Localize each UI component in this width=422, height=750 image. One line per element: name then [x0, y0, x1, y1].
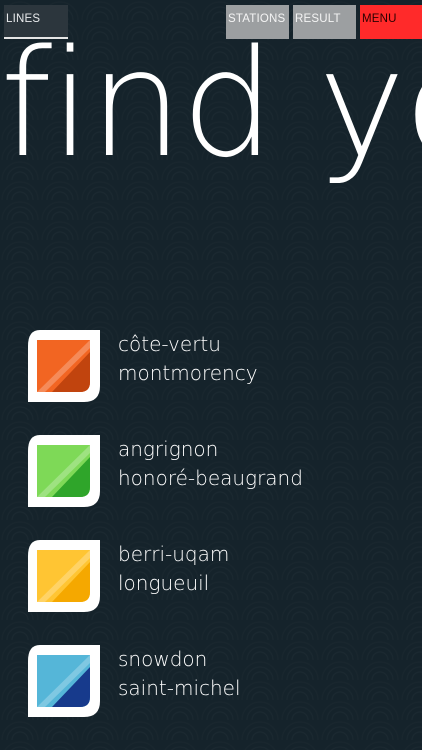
line-item-yellow[interactable]: berri-uqam longueuil — [26, 530, 422, 612]
line-item-blue[interactable]: snowdon saint-michel — [26, 635, 422, 717]
line-terminus-to: honoré-beaugrand — [118, 466, 303, 490]
line-terminus-to: montmorency — [118, 361, 258, 385]
line-label: angrignon honoré-beaugrand — [118, 435, 303, 493]
line-item-green[interactable]: angrignon honoré-beaugrand — [26, 425, 422, 507]
green-line-icon — [28, 435, 100, 507]
line-terminus-from: snowdon — [118, 647, 208, 671]
line-terminus-from: angrignon — [118, 437, 219, 461]
line-label: snowdon saint-michel — [118, 645, 241, 703]
orange-line-icon — [28, 330, 100, 402]
line-terminus-to: saint-michel — [118, 676, 241, 700]
line-label: côte-vertu montmorency — [118, 330, 258, 388]
yellow-line-icon — [28, 540, 100, 612]
hero-title: find you — [0, 30, 422, 190]
line-item-orange[interactable]: côte-vertu montmorency — [26, 320, 422, 402]
line-terminus-to: longueuil — [118, 571, 210, 595]
hero-clip: find you — [0, 30, 422, 210]
line-terminus-from: côte-vertu — [118, 332, 221, 356]
blue-line-icon — [28, 645, 100, 717]
line-label: berri-uqam longueuil — [118, 540, 229, 598]
line-terminus-from: berri-uqam — [118, 542, 230, 566]
